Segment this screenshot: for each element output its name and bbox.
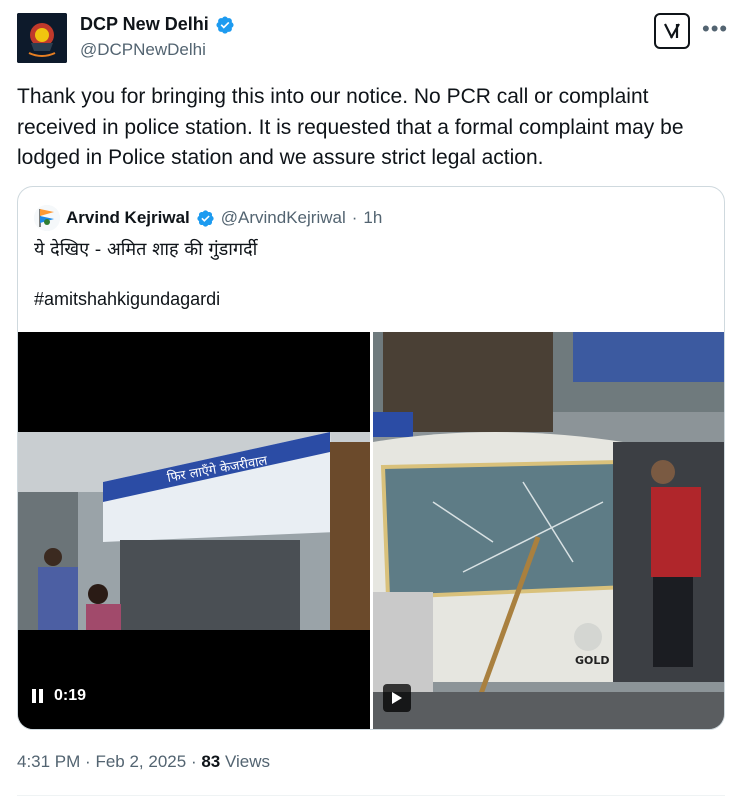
- verified-icon: [216, 15, 234, 34]
- separator: ·: [351, 208, 358, 227]
- quoted-post-header: Arvind Kejriwal @ArvindKejriwal · 1h: [34, 205, 382, 231]
- pause-icon[interactable]: [32, 689, 44, 703]
- video-duration-label: 0:19: [54, 687, 87, 704]
- post-date[interactable]: Feb 2, 2025: [95, 752, 186, 771]
- police-emblem-icon: [17, 13, 67, 63]
- post-time[interactable]: 4:31 PM: [17, 752, 80, 771]
- more-icon[interactable]: •••: [702, 16, 728, 42]
- post-text: Thank you for bringing this into our not…: [17, 85, 684, 169]
- author-avatar[interactable]: [17, 13, 67, 63]
- separator: ·: [190, 752, 197, 771]
- quoted-post-time: 1h: [363, 208, 383, 227]
- divider: [17, 795, 725, 796]
- quoted-author-avatar: [34, 205, 60, 231]
- quoted-post-text: ये देखिए - अमित शाह की गुंडागर्दी: [34, 239, 258, 260]
- play-icon[interactable]: [383, 684, 411, 712]
- views-count: 83: [201, 752, 221, 771]
- video-duration: 0:19: [32, 687, 86, 705]
- separator: ·: [85, 752, 91, 771]
- quoted-post-hashtag[interactable]: #amitshahkigundagardi: [34, 289, 220, 310]
- grok-button[interactable]: [654, 13, 690, 49]
- author-display-name[interactable]: DCP New Delhi: [80, 14, 209, 35]
- quoted-author-name: Arvind Kejriwal: [66, 208, 190, 227]
- quoted-post[interactable]: Arvind Kejriwal @ArvindKejriwal · 1h ये …: [17, 186, 725, 730]
- post-metadata: 4:31 PM · Feb 2, 2025 · 83 Views: [17, 752, 270, 772]
- verified-icon: [197, 209, 214, 227]
- video-frame: GOLD: [373, 332, 724, 729]
- author-handle[interactable]: @DCPNewDelhi: [80, 40, 206, 60]
- video-frame: फिर लाएँगे केजरीवाल: [18, 332, 370, 729]
- party-flag-icon: [34, 205, 60, 231]
- video-thumbnail-right[interactable]: GOLD: [373, 332, 724, 729]
- post-card: DCP New Delhi @DCPNewDelhi ••• Thank you…: [0, 0, 745, 801]
- author-name-row[interactable]: DCP New Delhi: [80, 14, 235, 35]
- vehicle-badge-text: GOLD: [575, 654, 610, 667]
- views-label: Views: [225, 752, 271, 771]
- video-thumbnail-left[interactable]: फिर लाएँगे केजरीवाल 0:19: [18, 332, 370, 729]
- grok-icon: [664, 23, 680, 39]
- quoted-author-handle: @ArvindKejriwal: [220, 208, 346, 227]
